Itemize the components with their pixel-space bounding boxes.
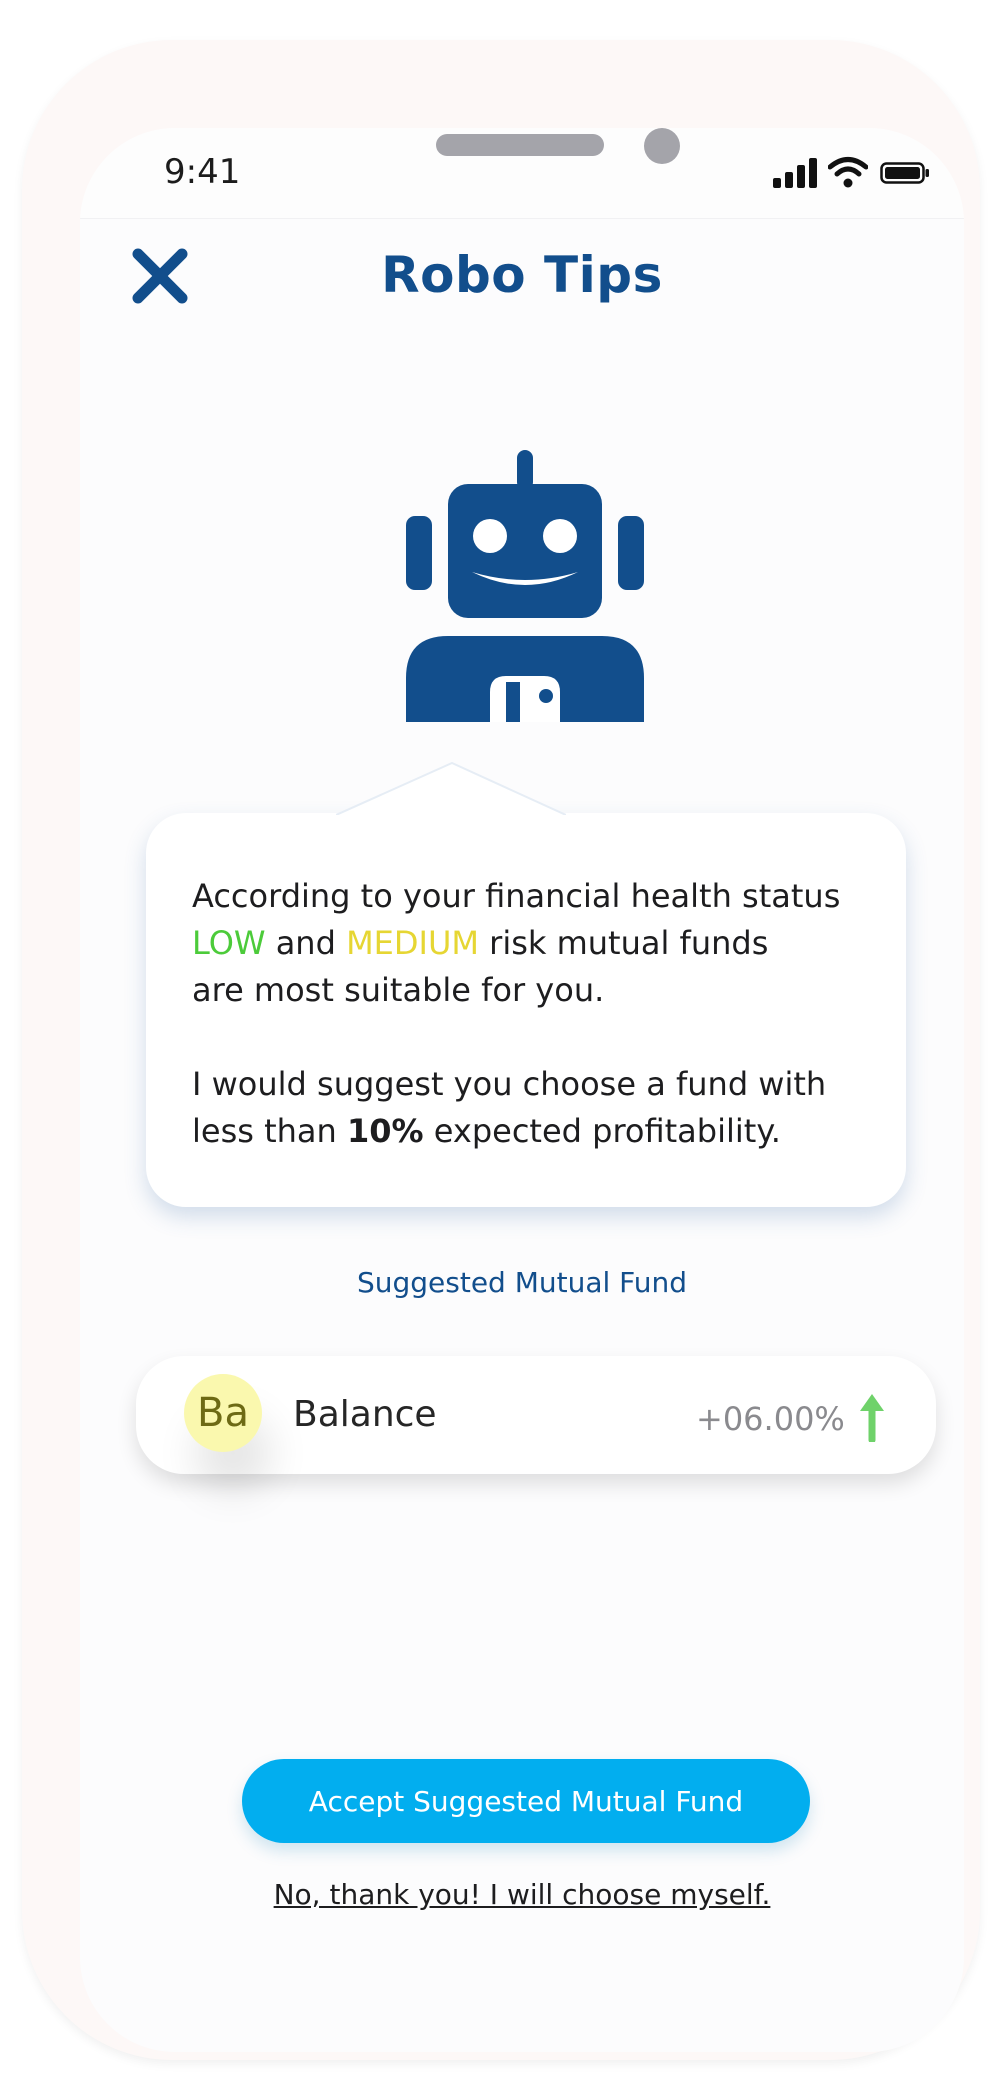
tip-suggest-prefix: I would suggest you choose a fund with (192, 1065, 827, 1103)
accept-suggested-fund-button[interactable]: Accept Suggested Mutual Fund (242, 1759, 810, 1843)
front-camera (644, 128, 680, 164)
tip-line-1: According to your financial health statu… (192, 877, 841, 915)
fund-return: +06.00% (696, 1400, 845, 1438)
risk-paragraph: According to your financial health statu… (192, 873, 872, 1014)
suggested-fund-card[interactable]: Ba Balance +06.00% (136, 1356, 936, 1474)
speaker-grille (436, 134, 604, 156)
status-bar: 9:41 (80, 128, 964, 219)
suggestion-paragraph: I would suggest you choose a fund with l… (192, 1061, 872, 1155)
choose-myself-link[interactable]: No, thank you! I will choose myself. (80, 1878, 964, 1911)
tip-text: According to your financial health statu… (192, 873, 872, 1155)
risk-medium-label: MEDIUM (346, 924, 479, 962)
app-screen: 9:41 Robo Tips According to your financi… (80, 128, 964, 2052)
tip-suggest-suffix: expected profitability. (433, 1112, 781, 1150)
profitability-threshold: 10% (346, 1112, 424, 1150)
robot-icon (406, 450, 644, 722)
tip-line-3: are most suitable for you. (192, 971, 605, 1009)
arrow-up-icon (860, 1394, 884, 1442)
bubble-pointer (336, 761, 566, 815)
tip-less-than: less than (192, 1112, 337, 1150)
fund-name: Balance (293, 1394, 437, 1435)
wifi-icon (828, 157, 868, 188)
tip-and: and (275, 924, 336, 962)
page-title: Robo Tips (381, 246, 663, 304)
phone-frame: 9:41 Robo Tips According to your financi… (22, 40, 980, 2060)
suggested-fund-label: Suggested Mutual Fund (356, 1266, 688, 1299)
status-time: 9:41 (164, 152, 241, 192)
robo-tip-bubble: According to your financial health statu… (146, 761, 906, 1207)
battery-icon (880, 162, 929, 184)
risk-low-label: LOW (192, 924, 266, 962)
signal-icon (773, 158, 817, 188)
tip-line-2: risk mutual funds (489, 924, 769, 962)
fund-avatar: Ba (184, 1374, 262, 1452)
